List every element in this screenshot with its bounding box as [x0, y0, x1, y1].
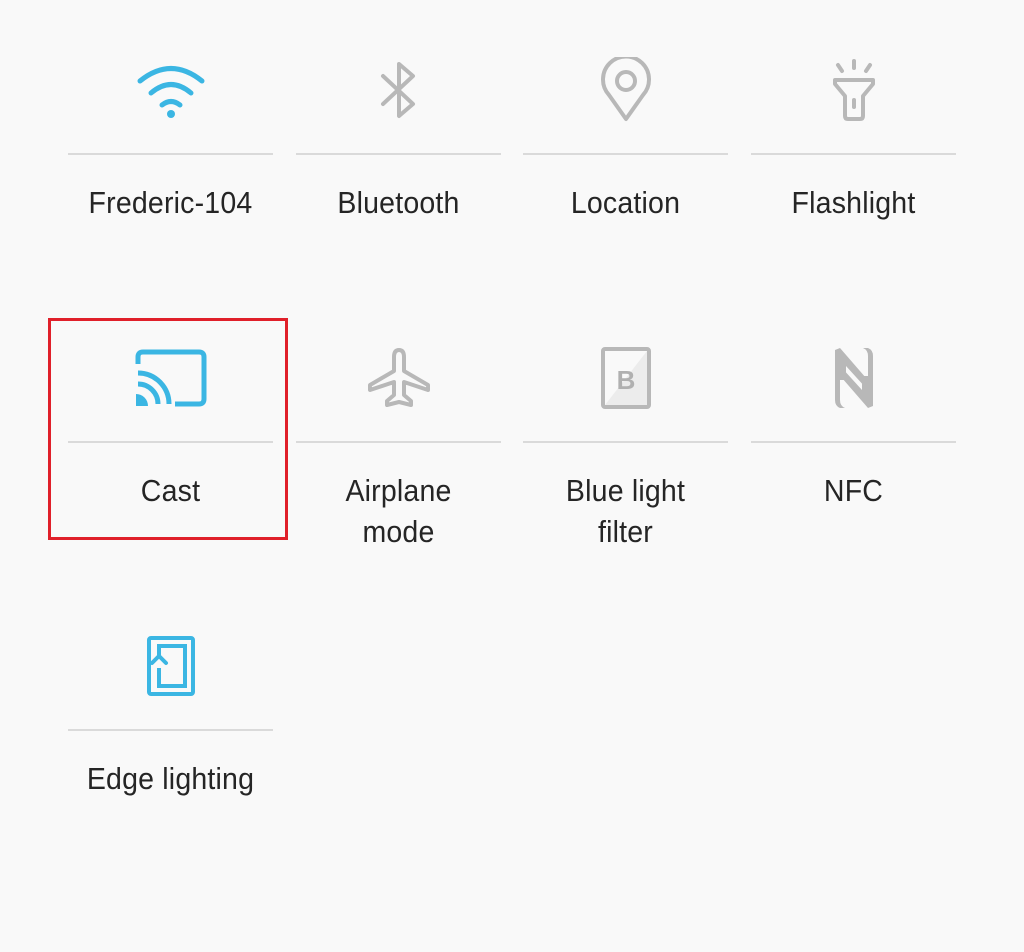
- location-pin-icon: [523, 35, 728, 145]
- wifi-icon: [68, 35, 273, 145]
- tile-label: Bluetooth: [337, 185, 460, 220]
- tile-divider: [523, 441, 728, 443]
- tile-bluetooth[interactable]: Bluetooth: [296, 35, 501, 295]
- tile-edge-lighting[interactable]: Edge lighting: [68, 611, 273, 871]
- tile-divider: [296, 153, 501, 155]
- tile-label: NFC: [823, 473, 884, 508]
- tile-airplane-mode[interactable]: Airplane mode: [296, 323, 501, 583]
- tile-wifi[interactable]: Frederic-104: [68, 35, 273, 295]
- tile-divider: [751, 441, 956, 443]
- tile-divider: [751, 153, 956, 155]
- tile-divider: [68, 441, 273, 443]
- airplane-icon: [296, 323, 501, 433]
- tile-label: Location: [570, 185, 681, 220]
- tile-label: Airplane mode: [345, 473, 452, 549]
- flashlight-icon: [751, 35, 956, 145]
- tile-label: Flashlight: [791, 185, 916, 220]
- tile-divider: [68, 729, 273, 731]
- quick-settings-panel: Frederic-104 Bluetooth Location Flashlig…: [0, 0, 1024, 952]
- tile-location[interactable]: Location: [523, 35, 728, 295]
- svg-text:B: B: [616, 365, 635, 395]
- nfc-icon: [751, 323, 956, 433]
- tile-label: Blue light filter: [565, 473, 686, 549]
- tile-divider: [523, 153, 728, 155]
- tile-cast[interactable]: Cast: [68, 323, 273, 583]
- tile-divider: [296, 441, 501, 443]
- cast-icon: [68, 323, 273, 433]
- tile-divider: [68, 153, 273, 155]
- tile-blue-light-filter[interactable]: B Blue light filter: [523, 323, 728, 583]
- tile-flashlight[interactable]: Flashlight: [751, 35, 956, 295]
- blue-light-filter-icon: B: [523, 323, 728, 433]
- edge-lighting-icon: [68, 611, 273, 721]
- tile-nfc[interactable]: NFC: [751, 323, 956, 583]
- tile-label: Frederic-104: [88, 185, 253, 220]
- tile-label: Edge lighting: [86, 761, 255, 796]
- bluetooth-icon: [296, 35, 501, 145]
- tile-label: Cast: [140, 473, 201, 508]
